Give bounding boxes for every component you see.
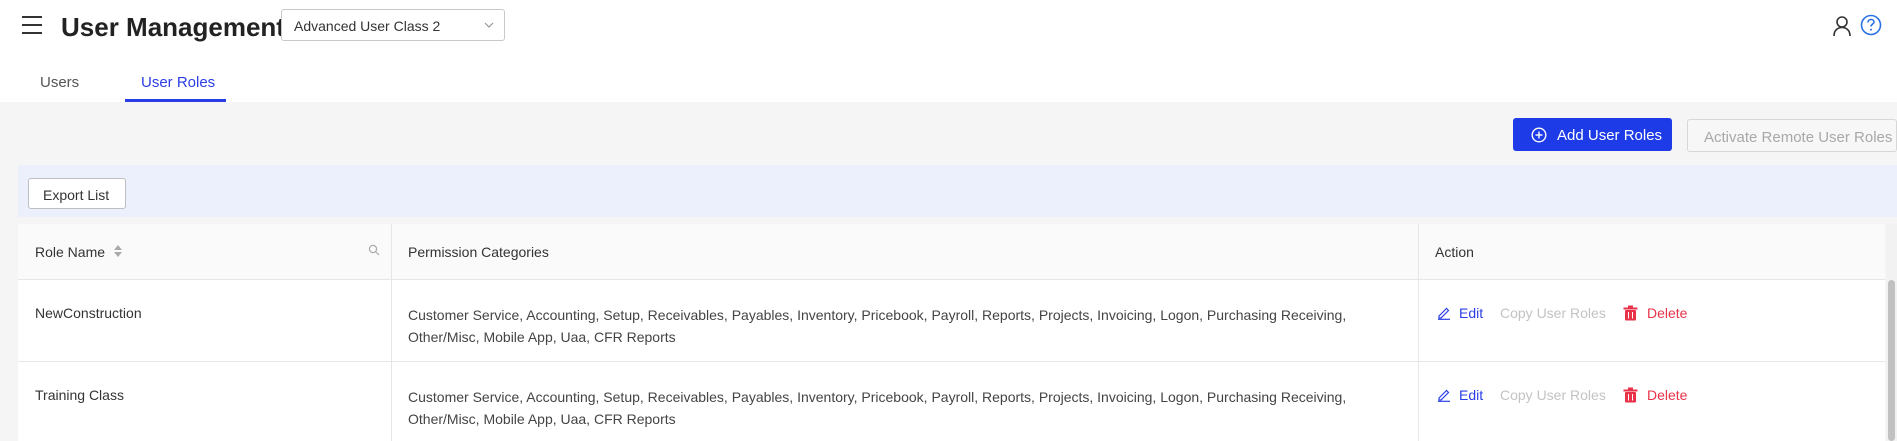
menu-icon[interactable] [22,16,46,36]
table-header: Role Name Permission Categories Action [18,224,1885,280]
add-user-roles-button[interactable]: Add User Roles [1513,118,1672,151]
permission-categories-cell: Customer Service, Accounting, Setup, Rec… [408,389,1347,427]
tab-bar: Users User Roles [0,54,1897,102]
tab-user-roles[interactable]: User Roles [141,74,215,91]
app-header: User Management Advanced User Class 2 [0,0,1897,54]
page-title: User Management [61,12,285,42]
copy-user-roles-button[interactable]: Copy User Roles [1500,305,1606,321]
delete-label: Delete [1647,387,1688,403]
export-list-label: Export List [43,187,110,203]
role-name-cell: NewConstruction [35,305,142,321]
column-header-role-name[interactable]: Role Name [35,244,105,260]
permission-categories-cell: Customer Service, Accounting, Setup, Rec… [408,307,1347,345]
table-scrollbar[interactable] [1886,224,1897,441]
table-row: Training Class Customer Service, Account… [18,362,1885,441]
user-icon[interactable] [1832,15,1852,37]
column-header-permission-categories: Permission Categories [408,244,549,260]
activate-remote-label: Activate Remote User Roles [1704,129,1893,146]
class-select-value: Advanced User Class 2 [294,18,441,34]
column-divider [391,224,392,441]
sort-icon[interactable] [113,244,123,258]
edit-icon [1438,389,1450,402]
chevron-down-icon [484,22,494,28]
class-select[interactable]: Advanced User Class 2 [281,9,505,41]
search-icon[interactable] [368,244,380,256]
export-list-button[interactable]: Export List [28,178,126,209]
role-name-cell: Training Class [35,387,124,403]
plus-circle-icon [1531,127,1547,143]
table-row: NewConstruction Customer Service, Accoun… [18,280,1885,362]
trash-icon [1623,305,1638,321]
delete-label: Delete [1647,305,1688,321]
add-user-roles-label: Add User Roles [1557,127,1663,144]
edit-icon [1438,307,1450,320]
help-icon[interactable] [1860,14,1882,36]
copy-user-roles-button[interactable]: Copy User Roles [1500,387,1606,403]
activate-remote-user-roles-button[interactable]: Activate Remote User Roles [1687,119,1897,152]
tab-users[interactable]: Users [40,74,79,91]
column-divider [1418,224,1419,441]
edit-label: Edit [1459,305,1484,321]
list-toolbar: Export List [18,165,1897,217]
user-roles-table: Role Name Permission Categories Action N… [18,224,1885,441]
edit-label: Edit [1459,387,1484,403]
scrollbar-thumb[interactable] [1888,280,1895,441]
trash-icon [1623,387,1638,403]
column-header-action: Action [1435,244,1474,260]
